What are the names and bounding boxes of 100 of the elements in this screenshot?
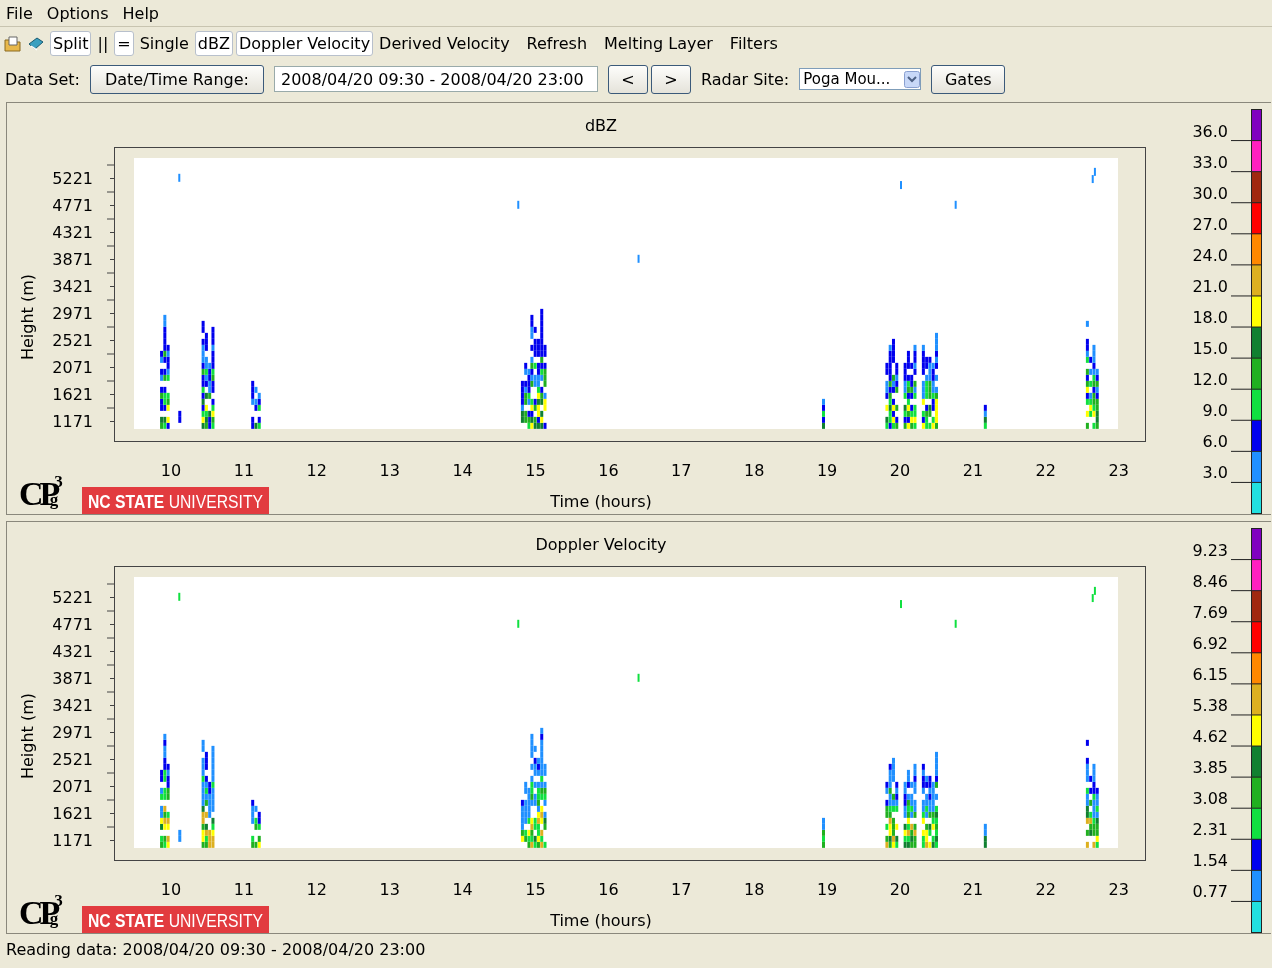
radar-site-label: Radar Site: [700,69,790,89]
x-tick-label: 16 [598,880,619,899]
toggle-button[interactable]: || [94,31,112,56]
x-tick-label: 23 [1108,461,1129,480]
color-scale-label: 36.0 [1192,121,1228,141]
x-tick-label: 13 [379,880,400,899]
date-range-field[interactable]: 2008/04/20 09:30 - 2008/04/20 23:00 [273,66,598,92]
y-tick-label: 2071 [52,777,93,796]
x-tick-label: 18 [744,880,765,899]
y-tick-label: 5221 [52,588,93,607]
x-tick-label: 22 [1035,880,1056,899]
toolbar-button[interactable]: Melting Layer [601,31,716,56]
next-button[interactable]: > [650,64,691,94]
menu-item[interactable]: Options [46,2,109,26]
color-scale-label: 9.0 [1202,401,1228,421]
color-scale-label: 2.31 [1192,820,1228,840]
x-tick-label: 11 [233,880,255,899]
chart-title: dBZ [584,116,618,135]
y-tick-label: 3421 [52,696,93,715]
toolbar-button[interactable]: Refresh [523,31,591,56]
x-axis-label: Time (hours) [550,492,652,511]
color-scale-label: 8.46 [1192,571,1228,591]
y-tick-label: 3871 [52,669,93,688]
color-scale-label: 15.0 [1192,339,1228,359]
x-axis-label: Time (hours) [550,911,652,930]
toggle-button[interactable]: Single [136,31,192,56]
x-tick-label: 22 [1035,461,1056,480]
color-scale-label: 9.23 [1192,540,1228,560]
y-tick-label: 1621 [52,385,93,404]
x-tick-label: 19 [816,880,838,899]
color-scale-label: 3.85 [1192,758,1228,778]
x-tick-label: 19 [816,461,838,480]
previous-button[interactable]: < [607,64,648,94]
color-scale-label: 3.0 [1202,463,1228,483]
menu-item[interactable]: Help [122,2,159,26]
color-scale-label: 0.77 [1192,882,1228,902]
y-tick-label: 2971 [52,304,93,323]
toggle-button[interactable]: = [114,31,134,56]
gates-button[interactable]: Gates [931,64,1006,94]
y-tick-label: 2521 [52,331,93,350]
color-scale-label: 5.38 [1192,695,1228,715]
x-tick-label: 21 [962,461,984,480]
x-tick-label: 20 [889,880,911,899]
toggle-button[interactable]: Split [50,31,92,56]
y-tick-label: 4771 [52,615,93,634]
x-tick-label: 14 [452,880,473,899]
y-tick-label: 1171 [52,831,93,850]
data-set-label: Data Set: [5,69,80,89]
color-scale-label: 6.92 [1192,633,1228,653]
y-tick-label: 2071 [52,358,93,377]
y-tick-label: 3871 [52,250,93,269]
color-scale-label: 6.0 [1202,432,1228,452]
color-scale-label: 24.0 [1192,245,1228,265]
color-scale-label: 12.0 [1192,370,1228,390]
x-tick-label: 12 [306,461,327,480]
color-scale-label: 33.0 [1192,152,1228,172]
x-tick-label: 14 [452,461,473,480]
x-tick-label: 21 [962,880,984,899]
y-tick-label: 1171 [52,412,93,431]
y-tick-label: 5221 [52,169,93,188]
toggle-button[interactable]: dBZ [194,31,233,56]
menu-item[interactable]: File [6,2,33,26]
color-scale-label: 27.0 [1192,214,1228,234]
x-tick-label: 15 [525,461,546,480]
x-tick-label: 17 [671,461,692,480]
y-tick-label: 2971 [52,723,93,742]
y-axis-label: Height (m) [18,274,37,360]
x-tick-label: 23 [1108,880,1129,899]
color-scale-label: 3.08 [1192,789,1228,809]
color-scale-label: 18.0 [1192,308,1228,328]
color-scale-label: 6.15 [1192,664,1228,684]
y-axis-label: Height (m) [18,693,37,779]
y-tick-label: 1621 [52,804,93,823]
y-tick-label: 4771 [52,196,93,215]
y-tick-label: 3421 [52,277,93,296]
toolbar-button[interactable]: Filters [726,31,781,56]
x-tick-label: 10 [160,880,182,899]
color-scale-label: 1.54 [1192,851,1228,871]
x-tick-label: 13 [379,461,400,480]
x-tick-label: 20 [889,461,911,480]
x-tick-label: 15 [525,880,546,899]
y-tick-label: 2521 [52,750,93,769]
toggle-button[interactable]: Doppler Velocity [235,31,374,56]
color-scale-label: 4.62 [1192,727,1228,747]
date-range-button[interactable]: Date/Time Range: [89,64,264,94]
x-tick-label: 17 [671,880,692,899]
x-tick-label: 18 [744,461,765,480]
status-bar-text: Reading data: 2008/04/20 09:30 - 2008/04/20 23:00 [5,939,427,959]
y-tick-label: 4321 [52,642,93,661]
open-folder-icon[interactable] [4,34,22,53]
toggle-button[interactable]: Derived Velocity [376,31,513,56]
color-scale-label: 21.0 [1192,276,1228,296]
chart-title: Doppler Velocity [535,535,667,554]
x-tick-label: 16 [598,461,619,480]
x-tick-label: 11 [233,461,255,480]
y-tick-label: 4321 [52,223,93,242]
x-tick-label: 10 [160,461,182,480]
x-tick-label: 12 [306,880,327,899]
color-scale-label: 7.69 [1192,602,1228,622]
color-scale-label: 30.0 [1192,183,1228,203]
